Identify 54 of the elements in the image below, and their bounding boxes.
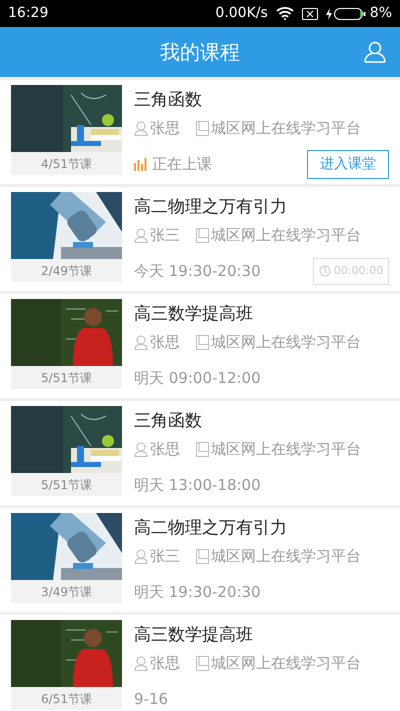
wifi-icon bbox=[276, 7, 294, 20]
book-icon bbox=[196, 334, 209, 350]
course-title: 高三数学提高班 bbox=[134, 303, 254, 326]
schedule-time: 明天 13:00-18:00 bbox=[134, 474, 261, 496]
platform-name: 城区网上在线学习平台 bbox=[211, 653, 361, 674]
enter-classroom-button[interactable]: 进入课堂 bbox=[307, 150, 389, 178]
schedule-time: 今天 19:30-20:30 bbox=[134, 260, 261, 282]
sim-icon bbox=[302, 8, 318, 20]
platform-name: 城区网上在线学习平台 bbox=[211, 439, 361, 460]
platform-name: 城区网上在线学习平台 bbox=[211, 332, 361, 353]
person-icon bbox=[134, 228, 148, 243]
teacher-name: 张三 bbox=[150, 546, 180, 567]
battery-percent: 8% bbox=[370, 4, 392, 23]
teacher-name: 张思 bbox=[150, 332, 180, 353]
schedule-time: 9-16 bbox=[134, 688, 168, 710]
charging-icon bbox=[326, 8, 332, 20]
person-icon bbox=[134, 548, 148, 564]
teacher-name: 张思 bbox=[150, 439, 180, 460]
teacher-name: 张思 bbox=[150, 653, 180, 674]
lesson-count: 3/49节课 bbox=[11, 580, 122, 603]
status-time: 16:29 bbox=[8, 4, 48, 23]
person-icon bbox=[134, 442, 148, 457]
book-icon bbox=[196, 442, 209, 457]
course-title: 三角函数 bbox=[134, 89, 203, 112]
person-icon bbox=[134, 120, 148, 136]
network-speed: 0.00K/s bbox=[215, 4, 268, 23]
schedule-time: 明天 19:30-20:30 bbox=[134, 582, 261, 603]
platform-name: 城区网上在线学习平台 bbox=[211, 546, 361, 567]
page-title: 我的课程 bbox=[160, 39, 240, 66]
lesson-count: 4/51节课 bbox=[11, 152, 122, 175]
course-title: 三角函数 bbox=[134, 410, 203, 433]
timer-icon bbox=[318, 265, 331, 277]
platform-name: 城区网上在线学习平台 bbox=[211, 225, 361, 246]
person-icon bbox=[134, 334, 148, 350]
platform-name: 城区网上在线学习平台 bbox=[211, 118, 361, 139]
teacher-name: 张思 bbox=[150, 118, 180, 139]
book-icon bbox=[196, 120, 209, 136]
teacher-name: 张三 bbox=[150, 225, 180, 246]
course-title: 高二物理之万有引力 bbox=[134, 517, 288, 540]
course-title: 高三数学提高班 bbox=[134, 624, 254, 647]
book-icon bbox=[196, 548, 209, 564]
lesson-count: 2/49节课 bbox=[11, 259, 122, 282]
live-bars-icon bbox=[134, 158, 147, 170]
schedule-time: 明天 09:00-12:00 bbox=[134, 368, 261, 389]
book-icon bbox=[196, 228, 209, 243]
live-status: 正在上课 bbox=[152, 154, 212, 175]
battery-icon bbox=[334, 8, 366, 20]
course-title: 高二物理之万有引力 bbox=[134, 196, 288, 219]
person-icon bbox=[134, 656, 148, 671]
user-icon[interactable] bbox=[364, 41, 386, 63]
lesson-count: 5/51节课 bbox=[11, 366, 122, 389]
lesson-count: 6/51节课 bbox=[11, 687, 122, 710]
lesson-count: 5/51节课 bbox=[11, 473, 122, 496]
book-icon bbox=[196, 656, 209, 671]
